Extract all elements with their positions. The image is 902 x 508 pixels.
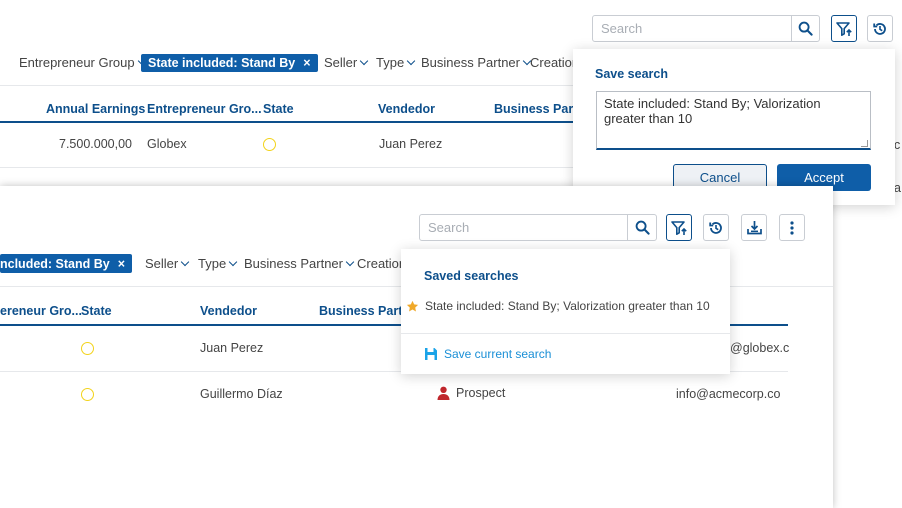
- front-state-chip[interactable]: ncluded: Stand By ×: [0, 254, 133, 273]
- filter-label: Entrepreneur Group: [19, 55, 135, 70]
- back-filter-seller[interactable]: Seller: [324, 55, 369, 70]
- back-filter-creation[interactable]: Creation: [530, 55, 579, 70]
- edge-fragment: a: [894, 181, 901, 195]
- front-export-button[interactable]: [741, 214, 767, 241]
- front-filter-type[interactable]: Type: [198, 256, 238, 271]
- back-header-separator: [0, 85, 600, 86]
- front-more-button[interactable]: [779, 214, 805, 241]
- resize-grip-icon[interactable]: [861, 140, 868, 147]
- dialog-title: Save search: [595, 67, 668, 81]
- row-earnings: 7.500.000,00: [59, 137, 132, 151]
- chevron-down-icon: [360, 56, 369, 65]
- close-icon[interactable]: ×: [118, 257, 125, 271]
- back-filter-entrepreneur-group[interactable]: Entrepreneur Group: [19, 55, 146, 70]
- save-search-dialog: Save search State included: Stand By; Va…: [573, 49, 895, 205]
- front-history-button[interactable]: [703, 214, 729, 241]
- row-email: @globex.c: [730, 341, 790, 355]
- history-icon: [873, 22, 886, 35]
- front-table-row[interactable]: Guillermo Díaz Prospect info@acmecorp.co: [0, 372, 788, 417]
- front-filter-creation[interactable]: Creation: [357, 256, 406, 271]
- row-email: info@acmecorp.co: [676, 387, 781, 401]
- front-filter-button[interactable]: [666, 214, 692, 241]
- filter-label: Type: [376, 55, 405, 70]
- front-filter-seller[interactable]: Seller: [145, 256, 190, 271]
- back-col-annual-earnings[interactable]: Annual Earnings: [46, 102, 145, 116]
- back-filter-business-partner[interactable]: Business Partner: [421, 55, 532, 70]
- front-screen: ncluded: Stand By × Seller Type Business …: [0, 186, 833, 508]
- saved-search-item[interactable]: State included: Stand By; Valorization g…: [406, 299, 710, 313]
- search-name-field[interactable]: State included: Stand By; Valorization g…: [596, 91, 871, 150]
- filter-label: Type: [198, 256, 227, 271]
- person-icon: [437, 386, 450, 400]
- back-col-business-partner[interactable]: Business Partn: [494, 102, 585, 116]
- more-vertical-icon: [790, 220, 794, 235]
- front-col-entrepreneur-group[interactable]: ereneur Gro...: [0, 304, 82, 318]
- search-icon: [635, 220, 650, 235]
- back-row-separator: [0, 167, 600, 168]
- filter-label: Creation: [530, 55, 580, 70]
- state-indicator: [263, 138, 276, 151]
- front-search-button[interactable]: [627, 215, 656, 240]
- chevron-down-icon: [345, 257, 355, 266]
- row-type: Prospect: [437, 386, 505, 400]
- front-col-state[interactable]: State: [81, 304, 112, 318]
- front-search-box[interactable]: [419, 214, 657, 241]
- row-seller: Juan Perez: [379, 137, 443, 151]
- row-group: Globex: [147, 137, 187, 151]
- back-col-state[interactable]: State: [263, 102, 294, 116]
- saved-search-label: State included: Stand By; Valorization g…: [425, 299, 710, 313]
- star-icon: [406, 300, 419, 311]
- front-search-input[interactable]: [420, 215, 627, 240]
- filter-label: Creation: [357, 256, 407, 271]
- search-icon: [798, 21, 813, 36]
- chevron-down-icon: [228, 257, 238, 266]
- state-indicator: [81, 342, 94, 355]
- front-col-business-partner[interactable]: Business Partn: [319, 304, 410, 318]
- filter-label: Business Partner: [421, 55, 520, 70]
- row-seller: Guillermo Díaz: [200, 387, 283, 401]
- front-filter-business-partner[interactable]: Business Partner: [244, 256, 355, 271]
- save-current-label: Save current search: [444, 347, 552, 361]
- row-seller: Juan Perez: [200, 341, 264, 355]
- state-indicator: [81, 388, 94, 401]
- history-icon: [709, 221, 722, 234]
- back-col-vendedor[interactable]: Vendedor: [378, 102, 435, 116]
- chip-label: ncluded: Stand By: [0, 256, 110, 271]
- back-table-row[interactable]: 7.500.000,00 Globex Juan Perez: [0, 123, 600, 167]
- filter-upload-icon: [671, 220, 687, 235]
- saved-searches-title: Saved searches: [424, 269, 519, 283]
- filter-label: Business Partner: [244, 256, 343, 271]
- back-state-chip[interactable]: State included: Stand By ×: [141, 54, 318, 72]
- front-col-vendedor[interactable]: Vendedor: [200, 304, 257, 318]
- chevron-down-icon: [406, 56, 416, 65]
- saved-searches-panel: Saved searches State included: Stand By;…: [401, 249, 730, 374]
- back-col-entrepreneur-group[interactable]: Entrepreneur Gro...: [147, 102, 262, 116]
- download-tray-icon: [746, 221, 762, 235]
- back-history-button[interactable]: [867, 15, 893, 42]
- save-icon: [425, 348, 437, 360]
- filter-label: Seller: [145, 256, 179, 271]
- save-current-search-button[interactable]: Save current search: [424, 347, 551, 361]
- chevron-down-icon: [181, 257, 190, 266]
- back-search-input[interactable]: [593, 16, 791, 41]
- panel-divider: [401, 333, 730, 334]
- back-search-button[interactable]: [791, 16, 819, 41]
- back-search-box[interactable]: [592, 15, 820, 42]
- chip-label: State included: Stand By: [148, 56, 296, 70]
- type-label: Prospect: [456, 386, 506, 400]
- close-icon[interactable]: ×: [303, 56, 310, 70]
- back-filter-button[interactable]: [831, 15, 857, 42]
- back-filter-type[interactable]: Type: [376, 55, 416, 70]
- filter-label: Seller: [324, 55, 358, 70]
- filter-upload-icon: [836, 21, 852, 36]
